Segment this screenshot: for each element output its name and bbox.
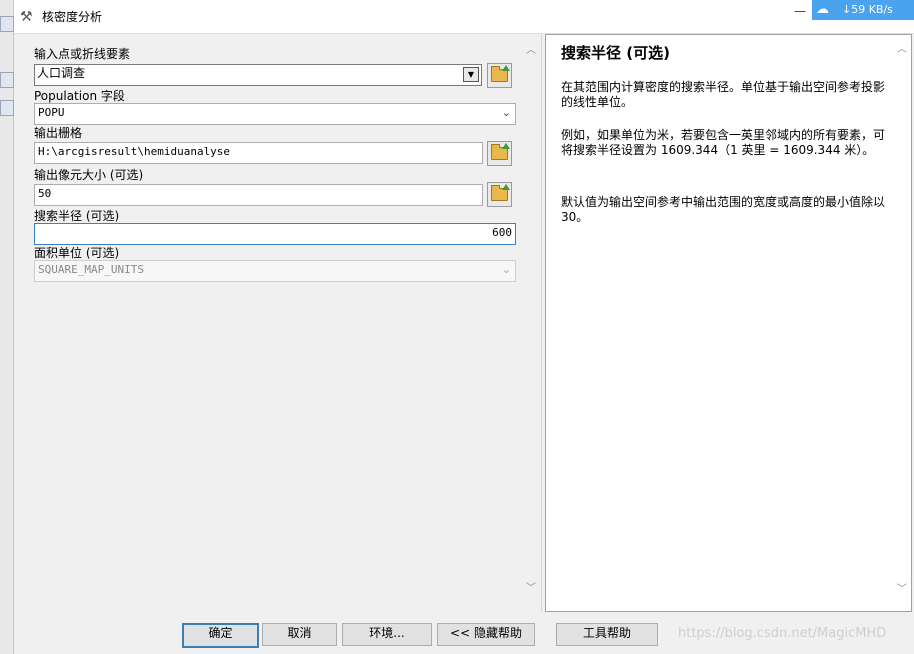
network-speed-badge: ☁ ↓59 KB/s bbox=[812, 0, 914, 20]
background-toolbar-icon bbox=[0, 16, 14, 32]
output-raster-label: 输出栅格 bbox=[34, 126, 83, 140]
cloud-download-icon: ☁ bbox=[816, 2, 829, 17]
arrow-icon bbox=[502, 65, 510, 71]
hammer-icon: ⚒ bbox=[20, 9, 33, 25]
arrow-icon bbox=[502, 184, 510, 190]
output-raster-input[interactable]: H:\arcgisresult\hemiduanalyse bbox=[34, 142, 483, 164]
help-scrollbar[interactable]: ︿ ﹀ bbox=[893, 35, 911, 611]
background-toolbar-icon bbox=[0, 100, 14, 116]
tool-help-button[interactable]: 工具帮助 bbox=[556, 623, 658, 646]
dialog-title: 核密度分析 bbox=[42, 10, 103, 24]
chevron-down-icon: ⌄ bbox=[501, 106, 511, 119]
scroll-down-icon[interactable]: ﹀ bbox=[522, 582, 540, 596]
input-features-combo[interactable]: 人口调查 ▼ bbox=[34, 64, 482, 86]
hide-help-button[interactable]: << 隐藏帮助 bbox=[437, 623, 535, 646]
help-paragraph: 在其范围内计算密度的搜索半径。单位基于输出空间参考投影的线性单位。 bbox=[561, 80, 886, 109]
population-field-select[interactable]: POPU ⌄ bbox=[34, 103, 516, 125]
population-field-value: POPU bbox=[38, 106, 65, 119]
browse-cellsize-button[interactable] bbox=[487, 182, 512, 207]
input-features-label: 输入点或折线要素 bbox=[34, 47, 131, 61]
left-scrollbar[interactable]: ︿ ﹀ bbox=[522, 34, 540, 612]
help-title: 搜索半径 (可选) bbox=[561, 44, 670, 62]
browse-output-button[interactable] bbox=[487, 141, 512, 166]
watermark-text: https://blog.csdn.net/MagicMHD bbox=[678, 626, 887, 641]
help-paragraph: 例如，如果单位为米，若要包含一英里邻域内的所有要素，可将搜索半径设置为 1609… bbox=[561, 128, 886, 157]
search-radius-input[interactable]: 600 bbox=[34, 223, 516, 245]
search-radius-label: 搜索半径 (可选) bbox=[34, 209, 120, 223]
background-app-strip bbox=[0, 0, 14, 654]
area-units-value: SQUARE_MAP_UNITS bbox=[38, 263, 144, 276]
cell-size-input[interactable]: 50 bbox=[34, 184, 483, 206]
arrow-icon bbox=[502, 143, 510, 149]
area-units-select[interactable]: SQUARE_MAP_UNITS ⌄ bbox=[34, 260, 516, 282]
area-units-label: 面积单位 (可选) bbox=[34, 246, 120, 260]
ok-button[interactable]: 确定 bbox=[182, 623, 259, 648]
population-field-label: Population 字段 bbox=[34, 89, 125, 103]
cell-size-label: 输出像元大小 (可选) bbox=[34, 168, 144, 182]
dropdown-arrow-icon[interactable]: ▼ bbox=[463, 67, 479, 82]
dialog-title-bar[interactable] bbox=[14, 0, 914, 34]
scroll-up-icon[interactable]: ︿ bbox=[893, 43, 911, 57]
scroll-up-icon[interactable]: ︿ bbox=[522, 44, 540, 58]
network-speed-text: ↓59 KB/s bbox=[842, 3, 893, 16]
chevron-down-icon: ⌄ bbox=[501, 263, 511, 276]
environments-button[interactable]: 环境... bbox=[342, 623, 432, 646]
cancel-button[interactable]: 取消 bbox=[262, 623, 337, 646]
minimize-button[interactable]: — bbox=[790, 4, 810, 18]
scroll-down-icon[interactable]: ﹀ bbox=[893, 583, 911, 597]
browse-input-button[interactable] bbox=[487, 63, 512, 88]
background-toolbar-icon bbox=[0, 72, 14, 88]
help-paragraph: 默认值为输出空间参考中输出范围的宽度或高度的最小值除以 30。 bbox=[561, 195, 886, 224]
input-features-value: 人口调查 bbox=[37, 66, 86, 80]
help-panel bbox=[545, 34, 912, 612]
